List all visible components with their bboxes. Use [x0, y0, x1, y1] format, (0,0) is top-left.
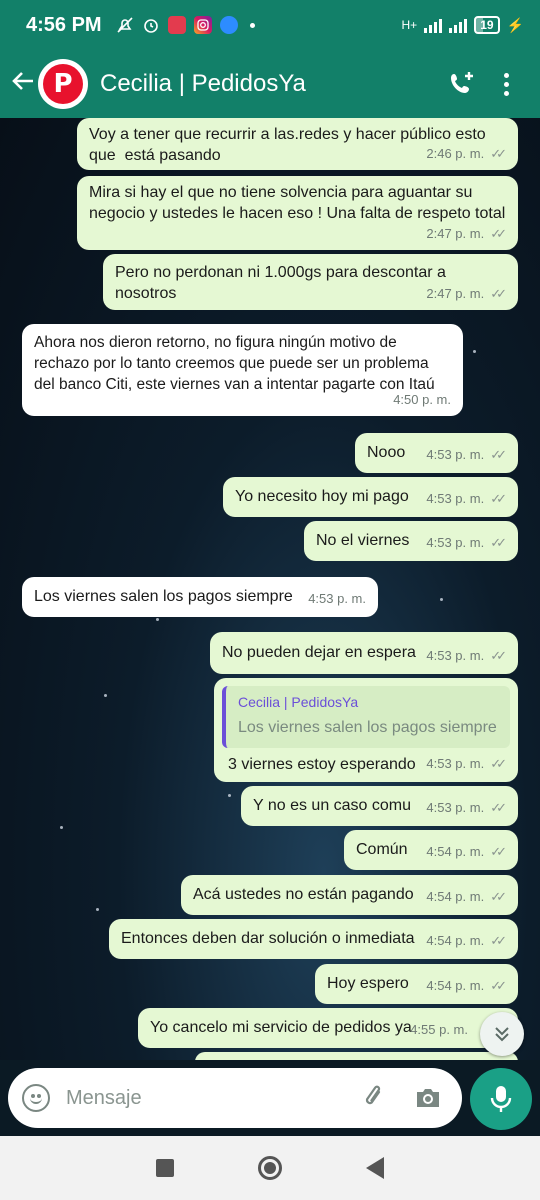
silent-mode-icon [116, 16, 134, 34]
message-time: 4:53 p. m. [426, 648, 485, 663]
background-star [104, 694, 107, 697]
quoted-author: Cecilia | PedidosYa [238, 694, 359, 710]
message-outgoing[interactable]: No el viernes 4:53 p. m. ✓✓ [304, 521, 518, 561]
message-time: 2:46 p. m. [426, 146, 485, 161]
double-check-icon: ✓✓ [490, 226, 507, 241]
double-check-icon: ✓✓ [490, 889, 507, 904]
message-time: 2:47 p. m. [426, 226, 485, 241]
status-system-icons: H+ 19 ⚡ [402, 16, 524, 34]
recents-button[interactable] [156, 1159, 174, 1177]
avatar-logo: P [43, 64, 83, 104]
message-composer: Mensaje [0, 1060, 540, 1136]
message-time: 4:50 p. m. [393, 392, 451, 407]
message-time: 4:53 p. m. [426, 447, 485, 462]
background-star [473, 350, 476, 353]
quoted-text: Los viernes salen los pagos siempre [238, 719, 497, 736]
system-navigation-bar [0, 1136, 540, 1200]
message-outgoing-partial[interactable] [195, 1052, 518, 1060]
system-back-button[interactable] [366, 1157, 384, 1179]
camera-app-icon [219, 16, 238, 34]
status-time: 4:56 PM [26, 13, 102, 36]
message-time: 4:53 p. m. [426, 535, 485, 550]
double-check-icon: ✓✓ [490, 933, 507, 948]
double-check-icon: ✓✓ [490, 648, 507, 663]
message-time: 4:54 p. m. [426, 933, 485, 948]
double-chevron-down-icon [495, 1027, 509, 1042]
background-star [60, 826, 63, 829]
home-button[interactable] [258, 1156, 282, 1180]
message-text: Ahora nos dieron retorno, no figura ning… [34, 334, 435, 393]
chat-header: P Cecilia | PedidosYa [0, 50, 540, 118]
message-outgoing-reply[interactable]: Cecilia | PedidosYa Los viernes salen lo… [214, 678, 518, 782]
message-time: 2:47 p. m. [426, 286, 485, 301]
message-text: 3 viernes estoy esperando [228, 756, 416, 773]
message-outgoing[interactable]: Mira si hay el que no tiene solvencia pa… [77, 176, 518, 250]
instagram-icon [193, 16, 212, 34]
message-outgoing[interactable]: Nooo 4:53 p. m. ✓✓ [355, 433, 518, 473]
message-outgoing[interactable]: Y no es un caso comu 4:53 p. m. ✓✓ [241, 786, 518, 826]
message-time: 4:53 p. m. [308, 591, 366, 606]
message-time: 4:53 p. m. [426, 491, 485, 506]
background-star [96, 908, 99, 911]
attach-icon[interactable] [354, 1078, 394, 1118]
message-incoming[interactable]: Los viernes salen los pagos siempre 4:53… [22, 577, 378, 617]
message-time: 4:53 p. m. [426, 756, 485, 771]
double-check-icon: ✓✓ [490, 535, 507, 550]
background-star [156, 618, 159, 621]
double-check-icon: ✓✓ [490, 978, 507, 993]
status-notification-icons [116, 16, 255, 34]
message-time: 4:54 p. m. [426, 889, 485, 904]
message-outgoing[interactable]: Entonces deben dar solución o inmediata … [109, 919, 518, 959]
message-outgoing[interactable]: Hoy espero 4:54 p. m. ✓✓ [315, 964, 518, 1004]
message-outgoing[interactable]: Pero no perdonan ni 1.000gs para descont… [103, 254, 518, 310]
message-outgoing[interactable]: Yo cancelo mi servicio de pedidos ya 4:5… [138, 1008, 518, 1048]
signal-2-icon [449, 17, 468, 33]
more-options-icon[interactable] [484, 62, 528, 106]
message-input-container[interactable]: Mensaje [8, 1068, 462, 1128]
voice-record-button[interactable] [470, 1068, 532, 1130]
double-check-icon: ✓✓ [490, 756, 507, 771]
double-check-icon: ✓✓ [490, 146, 507, 161]
message-time: 4:53 p. m. [426, 800, 485, 815]
message-input[interactable]: Mensaje [66, 1087, 354, 1110]
app-icon [167, 16, 186, 34]
background-star [440, 598, 443, 601]
signal-icon [424, 17, 443, 33]
add-call-icon[interactable] [440, 62, 484, 106]
message-outgoing[interactable]: Acá ustedes no están pagando 4:54 p. m. ✓… [181, 875, 518, 915]
battery-icon: 19 [474, 16, 500, 34]
microphone-icon [490, 1086, 512, 1112]
message-outgoing[interactable]: Común 4:54 p. m. ✓✓ [344, 830, 518, 870]
contact-avatar[interactable]: P [38, 59, 88, 109]
double-check-icon: ✓✓ [490, 800, 507, 815]
network-type: H+ [401, 18, 418, 32]
charging-icon: ⚡ [506, 16, 524, 33]
message-outgoing[interactable]: Yo necesito hoy mi pago 4:53 p. m. ✓✓ [223, 477, 518, 517]
double-check-icon: ✓✓ [490, 286, 507, 301]
message-outgoing[interactable]: Voy a tener que recurrir a las.redes y h… [77, 118, 518, 170]
emoji-icon[interactable] [22, 1084, 50, 1112]
message-time: 4:55 p. m. [410, 1022, 468, 1037]
scroll-to-bottom-button[interactable] [480, 1012, 524, 1056]
battery-level: 19 [480, 18, 494, 32]
message-text: Mira si hay el que no tiene solvencia pa… [89, 184, 506, 222]
background-star [228, 794, 231, 797]
quoted-message[interactable]: Cecilia | PedidosYa Los viernes salen lo… [222, 686, 510, 748]
camera-icon[interactable] [408, 1078, 448, 1118]
contact-name[interactable]: Cecilia | PedidosYa [100, 70, 440, 98]
double-check-icon: ✓✓ [490, 844, 507, 859]
back-arrow-icon[interactable] [0, 68, 40, 100]
dot-icon [249, 22, 255, 28]
message-time: 4:54 p. m. [426, 978, 485, 993]
status-bar: 4:56 PM H+ 19 ⚡ [0, 0, 540, 50]
chat-messages-area[interactable]: Voy a tener que recurrir a las.redes y h… [0, 118, 540, 1060]
double-check-icon: ✓✓ [490, 491, 507, 506]
message-incoming[interactable]: Ahora nos dieron retorno, no figura ning… [22, 324, 463, 416]
message-time: 4:54 p. m. [426, 844, 485, 859]
double-check-icon: ✓✓ [490, 447, 507, 462]
message-outgoing[interactable]: No pueden dejar en espera 4:53 p. m. ✓✓ [210, 632, 518, 674]
alarm-icon [142, 16, 160, 34]
